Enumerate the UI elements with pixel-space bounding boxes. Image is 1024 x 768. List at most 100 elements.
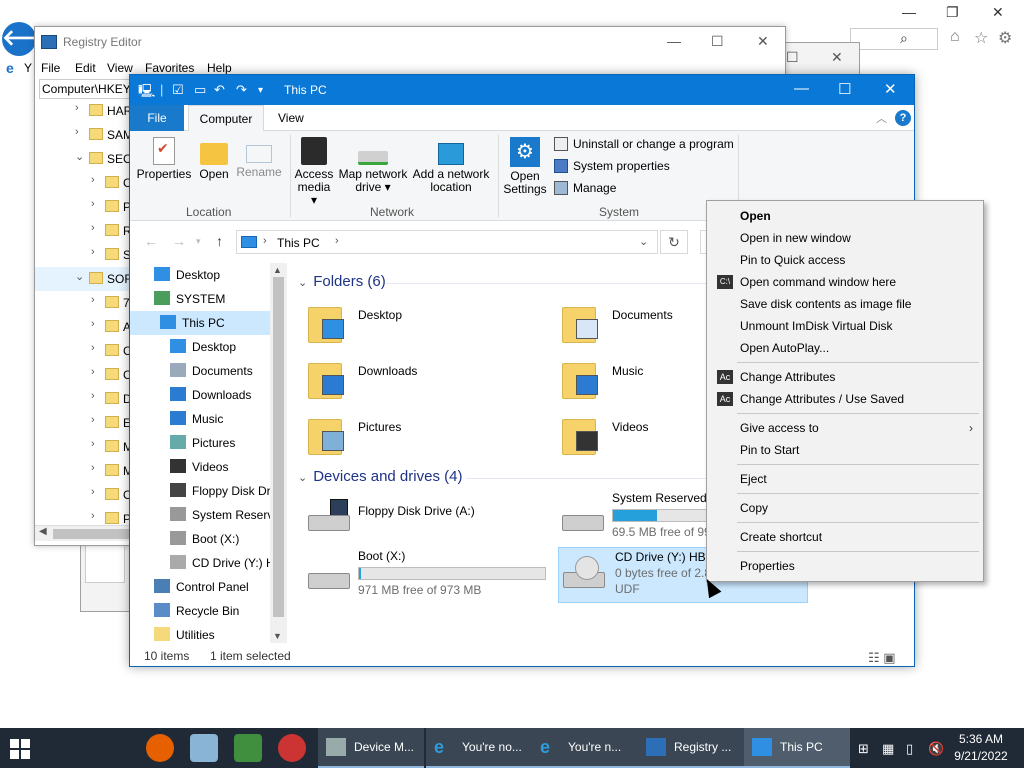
notepad-icon[interactable] (234, 734, 262, 762)
recent-locations-icon[interactable]: ▾ (196, 236, 201, 247)
ctx-item-pin-to-start[interactable]: Pin to Start (707, 439, 983, 461)
registry-tree-node[interactable]: › M (35, 435, 131, 459)
nav-item-desktop[interactable]: Desktop (170, 335, 270, 359)
tree-expand-chevron-icon[interactable]: › (91, 342, 95, 354)
tree-expand-chevron-icon[interactable]: › (91, 174, 95, 186)
nav-pane-scrollbar[interactable]: ▲ ▼ (270, 263, 287, 643)
context-menu[interactable]: Open Open in new window Pin to Quick acces… (706, 200, 984, 582)
nav-item-desktop[interactable]: Desktop (154, 263, 270, 287)
tree-expand-chevron-icon[interactable]: › (91, 294, 95, 306)
scroll-down-arrow-icon[interactable]: ▼ (273, 631, 282, 641)
menu-favorites[interactable]: Favorites (145, 61, 194, 75)
tray-color-icon[interactable]: ▦ (882, 741, 894, 757)
menu-help[interactable]: Help (207, 61, 232, 75)
redo-icon[interactable]: ↷ (236, 82, 247, 98)
tree-expand-chevron-icon[interactable]: › (91, 390, 95, 402)
ctx-item-give-access-to[interactable]: Give access to › (707, 417, 983, 439)
properties-button[interactable]: ✔ Properties (136, 137, 192, 181)
tree-expand-chevron-icon[interactable]: › (75, 102, 79, 114)
tree-expand-chevron-icon[interactable]: ⌄ (75, 270, 84, 283)
registry-tree-node[interactable]: › HAR (35, 99, 131, 123)
drive-boot[interactable]: Boot (X:) 971 MB free of 973 MB (308, 549, 548, 605)
nav-item-control-panel[interactable]: Control Panel (154, 575, 270, 599)
tab-file[interactable]: File (130, 105, 184, 131)
scrollbar-thumb[interactable] (53, 529, 129, 539)
ctx-item-unmount-imdisk-virtual-disk[interactable]: Unmount ImDisk Virtual Disk (707, 315, 983, 337)
ie-restore-button[interactable]: ❐ (946, 4, 959, 21)
ctx-item-change-attributes-use-saved[interactable]: Change Attributes / Use Saved Ac (707, 388, 983, 410)
ctx-item-eject[interactable]: Eject (707, 468, 983, 490)
nav-item-utilities[interactable]: Utilities (154, 623, 270, 645)
registry-tree-node[interactable]: ⌄ SOF (35, 267, 131, 291)
collapse-chevron-icon[interactable]: ⌄ (298, 472, 307, 484)
folder-downloads[interactable]: Downloads (308, 357, 528, 403)
breadcrumb-chevron-icon[interactable]: › (335, 235, 339, 247)
task-ie-1[interactable]: e You're no... (426, 728, 532, 768)
navigation-pane[interactable]: Desktop SYSTEM This PC Desktop Documents Down… (130, 263, 286, 645)
nav-item-music[interactable]: Music (170, 407, 270, 431)
dialog-close-button[interactable]: ✕ (831, 49, 843, 66)
registry-tree-node[interactable]: › E (35, 411, 131, 435)
clock-date[interactable]: 9/21/2022 (950, 749, 1012, 763)
registry-close-button[interactable]: ✕ (757, 33, 769, 50)
qat-dropdown-icon[interactable]: ▾ (258, 85, 263, 96)
registry-tree-node[interactable]: › A (35, 315, 131, 339)
ctx-item-open-command-window-here[interactable]: Open command window here C:\ (707, 271, 983, 293)
undo-icon[interactable]: ↶ (214, 82, 225, 98)
help-icon[interactable]: ? (895, 110, 911, 126)
breadcrumb-this-pc[interactable]: This PC (277, 236, 320, 250)
tree-expand-chevron-icon[interactable]: › (91, 198, 95, 210)
task-registry[interactable]: Registry ... (638, 728, 744, 768)
battery-icon[interactable]: ▯ (906, 741, 913, 757)
tree-expand-chevron-icon[interactable]: › (91, 366, 95, 378)
ctx-item-properties[interactable]: Properties (707, 555, 983, 577)
registry-tree-node[interactable]: › O (35, 483, 131, 507)
registry-tree-node[interactable]: › D (35, 387, 131, 411)
folders-group-header[interactable]: ⌄ Folders (6) (298, 273, 386, 290)
ie-close-button[interactable]: ✕ (992, 4, 1004, 21)
ctx-item-change-attributes[interactable]: Change Attributes Ac (707, 366, 983, 388)
registry-tree-node[interactable]: › M (35, 459, 131, 483)
menu-file[interactable]: File (41, 61, 60, 75)
tools-icon[interactable] (278, 734, 306, 762)
tree-expand-chevron-icon[interactable]: › (91, 462, 95, 474)
start-windows-icon[interactable] (10, 739, 30, 759)
ctx-item-open-autoplay[interactable]: Open AutoPlay... (707, 337, 983, 359)
back-icon[interactable]: ← (144, 233, 158, 249)
nav-item-boot-x[interactable]: Boot (X:) (170, 527, 270, 551)
up-icon[interactable]: ↑ (216, 233, 223, 249)
nav-item-system-reserve[interactable]: System Reserve (170, 503, 280, 527)
manage-button[interactable]: Manage (554, 181, 616, 195)
tree-expand-chevron-icon[interactable]: › (91, 414, 95, 426)
registry-maximize-button[interactable]: ☐ (711, 33, 724, 50)
registry-tree-node[interactable]: › S (35, 243, 131, 267)
registry-tree[interactable]: › HAR › SAM ⌄ SEC › C › P › R › S ⌄ SOF › 7 › A › C › C › D › E › M › M… (35, 99, 131, 526)
ie-minimize-button[interactable]: — (902, 4, 916, 20)
scrollbar-thumb[interactable] (273, 277, 284, 617)
registry-tree-node[interactable]: › SAM (35, 123, 131, 147)
scroll-left-arrow-icon[interactable]: ◀ (39, 526, 47, 537)
devices-group-header[interactable]: ⌄ Devices and drives (4) (298, 468, 462, 485)
collapse-chevron-icon[interactable]: ⌄ (298, 277, 307, 289)
drive-floppy[interactable]: Floppy Disk Drive (A:) (308, 497, 548, 543)
access-media-button[interactable]: Access media ▾ (294, 137, 334, 207)
registry-tree-node[interactable]: › P (35, 195, 131, 219)
new-folder-qat-icon[interactable]: ▭ (194, 82, 206, 98)
close-button[interactable]: ✕ (884, 80, 897, 98)
app-icon[interactable] (190, 734, 218, 762)
registry-horizontal-scrollbar[interactable]: ◀ (35, 525, 131, 541)
scroll-up-arrow-icon[interactable]: ▲ (273, 265, 282, 275)
nav-item-recycle-bin[interactable]: Recycle Bin (154, 599, 270, 623)
registry-minimize-button[interactable]: — (667, 33, 681, 49)
nav-item-system[interactable]: SYSTEM (154, 287, 270, 311)
ie-tab[interactable]: e Y (0, 58, 34, 78)
registry-tree-node[interactable]: › R (35, 219, 131, 243)
add-network-location-button[interactable]: Add a network location (410, 137, 492, 194)
open-settings-button[interactable]: ⚙ Open Settings (502, 137, 548, 196)
clock-time[interactable]: 5:36 AM (955, 732, 1007, 746)
ctx-item-open-in-new-window[interactable]: Open in new window (707, 227, 983, 249)
folder-desktop[interactable]: Desktop (308, 301, 528, 347)
home-icon[interactable]: ⌂ (950, 28, 960, 46)
address-bar[interactable]: › This PC › ⌄ (236, 230, 658, 254)
tree-expand-chevron-icon[interactable]: › (91, 486, 95, 498)
